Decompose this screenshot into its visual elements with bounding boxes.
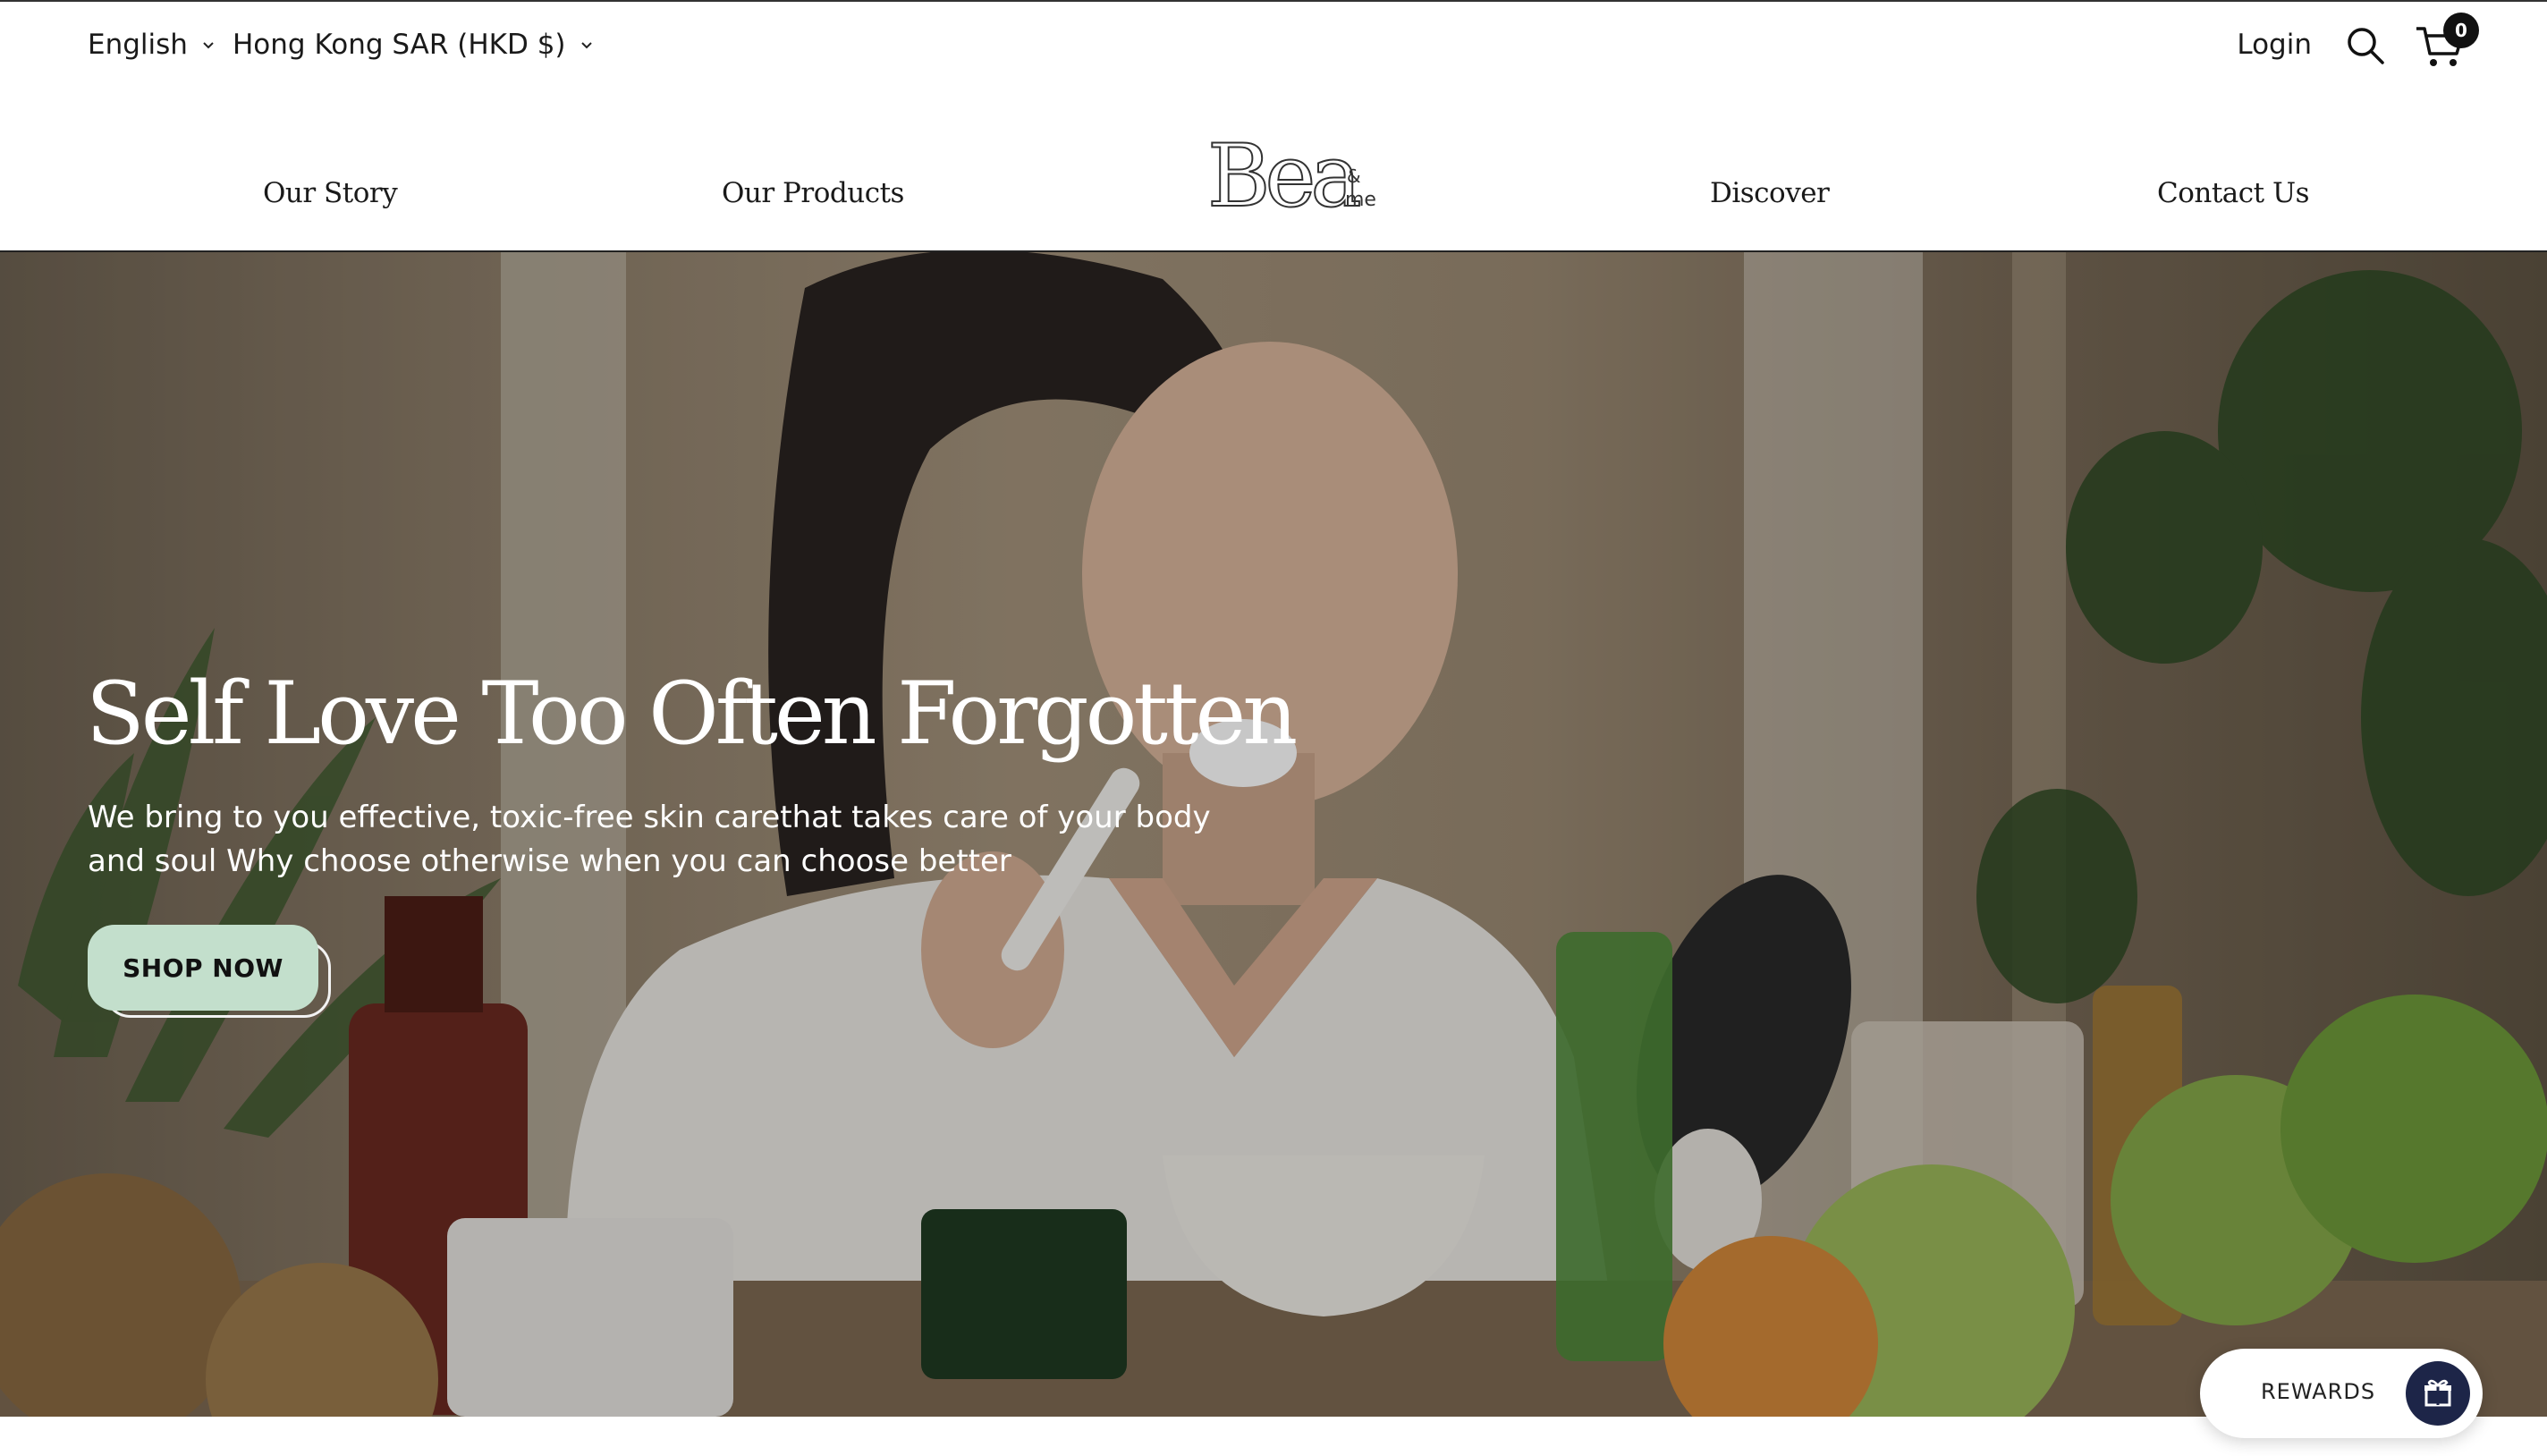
- rewards-label: REWARDS: [2261, 1379, 2376, 1404]
- hero-banner: Self Love Too Often Forgotten We bring t…: [0, 252, 2547, 1417]
- currency-selector[interactable]: Hong Kong SAR (HKD $): [233, 29, 595, 61]
- brand-logo[interactable]: Bea & me: [1207, 125, 1377, 215]
- nav-our-products[interactable]: Our Products: [722, 177, 904, 209]
- chevron-down-icon: [580, 42, 592, 49]
- hero-title: Self Love Too Often Forgotten: [86, 664, 1298, 764]
- logo-wordmark: Bea: [1207, 126, 1359, 215]
- logo-amp: &: [1347, 165, 1361, 187]
- shop-now-button[interactable]: SHOP NOW: [88, 925, 318, 1011]
- chevron-down-icon: [203, 42, 214, 49]
- hero-subtitle: We bring to you effective, toxic-free sk…: [88, 800, 1211, 879]
- nav-our-story[interactable]: Our Story: [263, 177, 398, 209]
- cart-count-badge: 0: [2443, 13, 2479, 48]
- nav-contact-us[interactable]: Contact Us: [2157, 177, 2310, 209]
- logo-me: me: [1345, 189, 1376, 211]
- login-link[interactable]: Login: [2237, 29, 2312, 61]
- utility-bar: English Hong Kong SAR (HKD $) Login 0: [0, 2, 2547, 91]
- main-navigation: Our Story Our Products Bea & me Discover…: [0, 91, 2547, 252]
- currency-label: Hong Kong SAR (HKD $): [233, 29, 566, 61]
- rewards-launcher[interactable]: REWARDS: [2200, 1349, 2483, 1438]
- search-icon[interactable]: [2345, 25, 2386, 66]
- shop-now-wrapper: SHOP NOW: [88, 925, 334, 1023]
- language-selector[interactable]: English: [88, 29, 216, 61]
- gift-icon: [2424, 1379, 2451, 1407]
- nav-discover[interactable]: Discover: [1710, 177, 1830, 209]
- language-label: English: [88, 29, 188, 61]
- rewards-icon-circle: [2406, 1361, 2470, 1426]
